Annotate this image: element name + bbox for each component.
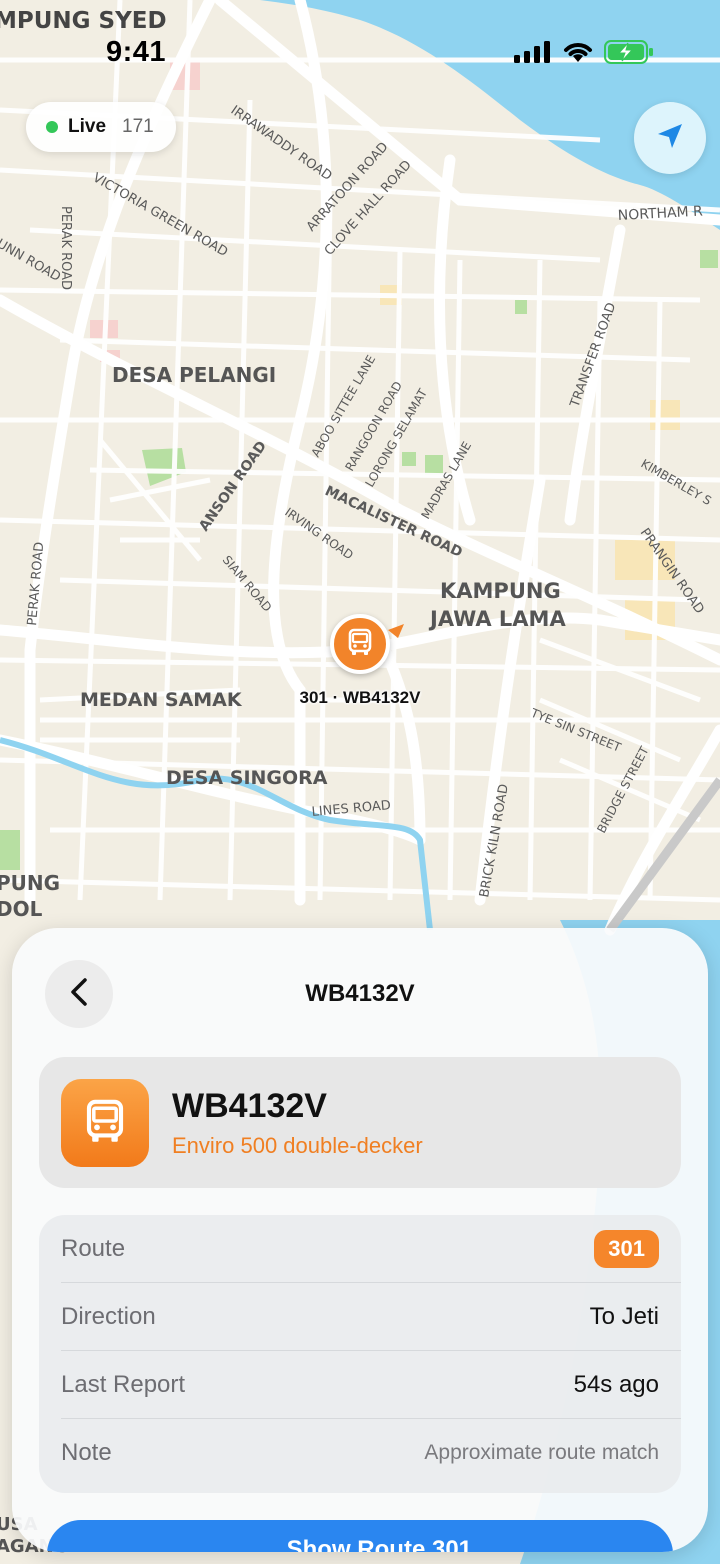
live-count: 171 xyxy=(122,116,154,137)
vehicle-model: Enviro 500 double-decker xyxy=(172,1133,423,1158)
map-label: KAMPUNG xyxy=(440,579,561,603)
info-value: 54s ago xyxy=(573,1370,659,1398)
info-label: Direction xyxy=(61,1302,156,1330)
vehicle-detail-sheet: WB4132V WB4132V Enviro 500 double-decker… xyxy=(12,928,708,1552)
bus-icon xyxy=(345,627,375,662)
location-arrow-icon xyxy=(655,121,685,156)
vehicle-icon xyxy=(61,1079,149,1167)
info-row-route: Route 301 xyxy=(61,1215,681,1282)
bus-marker[interactable] xyxy=(330,614,390,674)
map-label: PERAK ROAD xyxy=(58,206,73,290)
route-badge[interactable]: 301 xyxy=(594,1229,659,1268)
map-label: DESA PELANGI xyxy=(112,363,276,387)
live-status-dot xyxy=(46,121,58,133)
map-label: JAWA LAMA xyxy=(428,607,566,631)
wifi-icon xyxy=(562,40,594,69)
vehicle-info-card: Route 301 Direction To Jeti Last Report … xyxy=(39,1215,681,1493)
locate-me-button[interactable] xyxy=(634,102,706,174)
bus-icon xyxy=(81,1096,129,1151)
heading-arrow-icon xyxy=(388,622,406,645)
battery-charging-icon xyxy=(604,40,654,69)
show-route-button[interactable]: Show Route 301 xyxy=(47,1520,673,1552)
route-icon xyxy=(248,1540,270,1552)
info-label: Route xyxy=(61,1234,126,1262)
status-icons xyxy=(514,40,654,69)
map-label: MEDAN SAMAK xyxy=(80,689,243,711)
info-row-note: Note Approximate route match xyxy=(61,1419,681,1486)
live-vehicle-count[interactable]: Live 171 xyxy=(26,102,176,152)
signal-icon xyxy=(514,41,552,68)
info-row-direction: Direction To Jeti xyxy=(61,1283,681,1350)
map-label: MPUNG SYED xyxy=(0,8,167,34)
sheet-title: WB4132V xyxy=(305,980,415,1007)
info-value: To Jeti xyxy=(589,1302,659,1330)
info-label: Last Report xyxy=(61,1370,186,1398)
live-label: Live xyxy=(68,116,107,137)
map-label: PUNG xyxy=(0,871,60,895)
vehicle-id: WB4132V xyxy=(172,1087,327,1125)
map-label: DESA SINGORA xyxy=(166,767,328,789)
show-route-label: Show Route 301 xyxy=(286,1536,473,1552)
bus-marker-label: 301 · WB4132V xyxy=(299,688,421,707)
map-label: DOL xyxy=(0,897,43,921)
status-time: 9:41 xyxy=(106,36,167,68)
vehicle-summary-card: WB4132V Enviro 500 double-decker xyxy=(39,1057,681,1188)
info-value: Approximate route match xyxy=(424,1440,659,1464)
info-label: Note xyxy=(61,1438,112,1466)
info-row-last-report: Last Report 54s ago xyxy=(61,1351,681,1418)
